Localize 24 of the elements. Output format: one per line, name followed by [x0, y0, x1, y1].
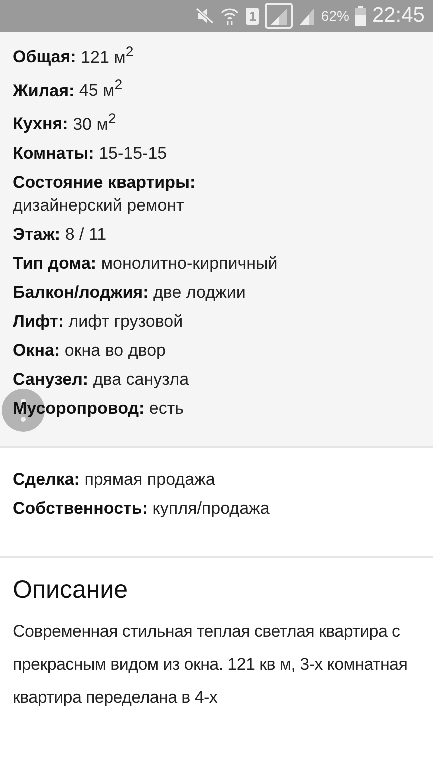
signal-icon — [299, 7, 316, 25]
property-detail: Собственность: купля/продажа — [13, 498, 270, 520]
battery-percent: 62% — [321, 8, 350, 24]
property-detail: Комнаты: 15-15-15 — [13, 142, 168, 165]
property-detail: Общая: 121 м$^{2}$ — [13, 43, 134, 69]
property-detail: Мусоропровод: есть — [13, 398, 184, 420]
property-detail: Состояние квартиры: дизайнерский ремонт — [13, 172, 196, 217]
property-detail: Тип дома: монолитно-кирпичный — [13, 252, 278, 275]
description-text: Современная стильная теплая светлая квартира с прекрасным видом из окна. 121 кв м, 3-х комнатная квартира переделана в 4-х — [13, 620, 409, 709]
sim-indicator: 1 — [246, 8, 260, 24]
property-detail: Лифт: лифт грузовой — [13, 310, 184, 333]
property-detail: Сделка: прямая продажа — [13, 468, 216, 491]
mute-icon — [196, 8, 214, 24]
property-detail: Кухня: 30 м$^{2}$ — [13, 110, 116, 136]
signal-icon — [265, 3, 294, 29]
battery-icon — [355, 6, 366, 26]
section-title: Описание — [13, 576, 130, 605]
property-detail: Санузел: два санузла — [13, 368, 190, 391]
property-detail: Этаж: 8 / 11 — [13, 224, 107, 246]
property-detail: Жилая: 45 м$^{2}$ — [13, 76, 123, 102]
clock: 22:45 — [372, 4, 425, 28]
property-detail: Балкон/лоджия: две лоджии — [13, 282, 246, 304]
wifi-icon — [220, 7, 240, 25]
property-detail: Окна: окна во двор — [13, 340, 166, 362]
